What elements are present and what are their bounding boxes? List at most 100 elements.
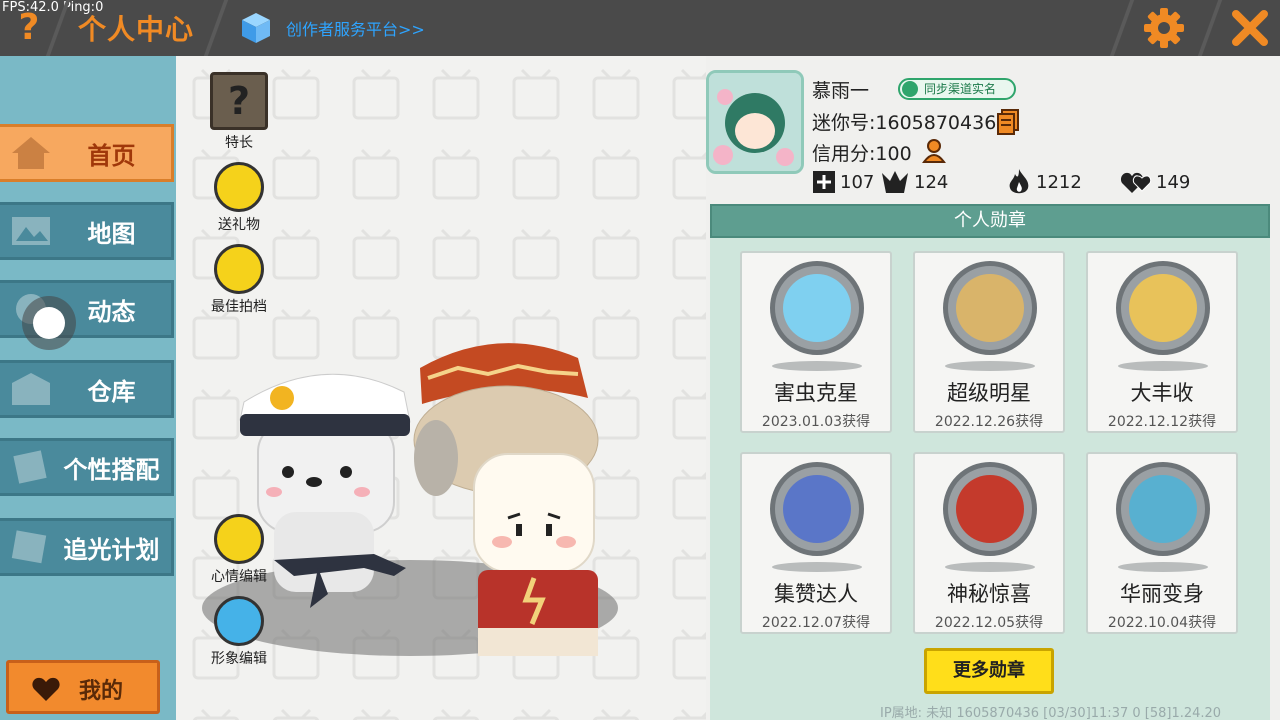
edit-icon (214, 514, 264, 564)
virtual-joystick[interactable] (22, 296, 76, 350)
medals-header: 个人勋章 (710, 204, 1270, 238)
creator-cube-icon (242, 13, 270, 43)
fans-count: 124 (914, 171, 949, 193)
sheep-player-character (413, 343, 599, 656)
medal-card[interactable]: 集赞达人 2022.12.07获得 (740, 452, 892, 634)
credit-score: 信用分:100 (812, 143, 912, 165)
sidebar-item-outfit[interactable]: 个性搭配 (0, 438, 174, 496)
warehouse-icon (12, 373, 50, 405)
realname-badge[interactable]: 同步渠道实名 (898, 78, 1016, 100)
question-mark-icon: ? (210, 72, 268, 130)
top-bar: FPS:42.0 Ping:0 ? 个人中心 创作者服务平台>> (0, 0, 1280, 56)
close-icon[interactable] (1228, 6, 1272, 50)
medal-badge-icon (1116, 261, 1210, 355)
sidebar-item-spotlight[interactable]: 追光计划 (0, 518, 174, 576)
sidebar-item-map[interactable]: 地图 (0, 202, 174, 260)
divider (1197, 0, 1223, 56)
mine-button[interactable]: 我的 (6, 660, 160, 714)
likes-stat: 107 (812, 168, 874, 196)
medal-date: 2022.12.26获得 (934, 414, 1044, 430)
flame-icon (1009, 169, 1029, 194)
medal-name: 集赞达人 (774, 582, 858, 606)
more-medals-button[interactable]: 更多勋章 (924, 648, 1054, 694)
mine-label: 我的 (79, 679, 124, 704)
medal-date: 2022.10.04获得 (1107, 615, 1217, 631)
map-icon (12, 217, 50, 245)
hearts-icon (1120, 172, 1152, 193)
medal-badge-face (956, 475, 1024, 543)
look-edit-label: 形象编辑 (211, 651, 267, 667)
medal-shadow (945, 562, 1035, 572)
medal-shadow (772, 361, 862, 371)
medal-date: 2022.12.07获得 (761, 615, 871, 631)
verified-user-icon (902, 81, 918, 97)
character-stage: ? 特长 送礼物 最佳拍档 心情编辑 形象编辑 (176, 56, 706, 720)
joystick-knob[interactable] (33, 307, 65, 339)
handshake-icon (214, 244, 264, 294)
medal-card[interactable]: 神秘惊喜 2022.12.05获得 (913, 452, 1065, 634)
medal-badge-icon (943, 462, 1037, 556)
medal-name: 害虫克星 (774, 381, 858, 405)
medal-card[interactable]: 大丰收 2022.12.12获得 (1086, 251, 1238, 433)
creator-platform-link[interactable]: 创作者服务平台>> (240, 10, 425, 46)
mood-edit-button[interactable]: 心情编辑 (204, 514, 274, 586)
player-name: 慕雨一 (812, 80, 870, 102)
best-partner-label: 最佳拍档 (211, 299, 267, 315)
medal-name: 大丰收 (1130, 381, 1194, 405)
sidebar-item-label: 首页 (87, 141, 136, 170)
avatar[interactable] (706, 70, 804, 174)
medal-badge-icon (943, 261, 1037, 355)
sidebar-item-label: 地图 (87, 219, 136, 248)
medal-shadow (1118, 562, 1208, 572)
fans-stat: 124 (880, 168, 948, 196)
sidebar-item-label: 追光计划 (63, 535, 160, 564)
sidebar: 首页 地图 动态 仓库 个性搭配 追光计划 我的 (0, 56, 176, 720)
sidebar-item-label: 仓库 (87, 377, 136, 406)
look-edit-button[interactable]: 形象编辑 (204, 596, 274, 668)
heart-icon (32, 677, 60, 701)
medal-badge-face (956, 274, 1024, 342)
sidebar-item-warehouse[interactable]: 仓库 (0, 360, 174, 418)
outfit-edit-icon (214, 596, 264, 646)
gear-icon[interactable] (1142, 6, 1186, 50)
medal-card[interactable]: 华丽变身 2022.10.04获得 (1086, 452, 1238, 634)
medal-badge-face (1129, 274, 1197, 342)
sidebar-item-home[interactable]: 首页 (0, 124, 174, 182)
mini-id: 迷你号:1605870436 (812, 112, 997, 134)
divider (203, 0, 229, 56)
medal-date: 2023.01.03获得 (761, 414, 871, 430)
medal-badge-face (783, 274, 851, 342)
medal-shadow (772, 562, 862, 572)
medal-shadow (1118, 361, 1208, 371)
send-gift-label: 送礼物 (218, 217, 260, 233)
footer-info: IP属地: 未知 1605870436 [03/30]11:37 0 [58]1… (880, 706, 1222, 720)
medal-name: 华丽变身 (1120, 582, 1204, 606)
send-gift-button[interactable]: 送礼物 (204, 162, 274, 234)
medal-card[interactable]: 害虫克星 2023.01.03获得 (740, 251, 892, 433)
medal-date: 2022.12.12获得 (1107, 414, 1217, 430)
popularity-count: 149 (1156, 171, 1191, 193)
specialty-button[interactable]: ? 特长 (204, 72, 274, 152)
medal-name: 神秘惊喜 (947, 582, 1031, 606)
medal-badge-face (783, 475, 851, 543)
medal-card[interactable]: 超级明星 2022.12.26获得 (913, 251, 1065, 433)
spotlight-icon (11, 530, 47, 564)
realname-badge-label: 同步渠道实名 (924, 82, 997, 96)
medal-shadow (945, 361, 1035, 371)
divider (1109, 0, 1135, 56)
gift-icon (214, 162, 264, 212)
creator-link-text: 创作者服务平台>> (286, 20, 425, 39)
fans-icon (882, 171, 908, 193)
specialty-label: 特长 (225, 135, 253, 151)
medal-badge-icon (770, 261, 864, 355)
copy-icon[interactable] (996, 108, 1020, 136)
help-button[interactable]: ? (14, 8, 44, 48)
page-title: 个人中心 (78, 13, 195, 46)
credit-user-icon[interactable] (922, 138, 950, 164)
home-icon (12, 137, 50, 169)
popularity-stat: 149 (1120, 168, 1190, 196)
hot-count: 1212 (1036, 171, 1082, 193)
sidebar-item-label: 个性搭配 (63, 455, 160, 484)
plus-box-icon (813, 171, 835, 193)
best-partner-button[interactable]: 最佳拍档 (204, 244, 274, 316)
